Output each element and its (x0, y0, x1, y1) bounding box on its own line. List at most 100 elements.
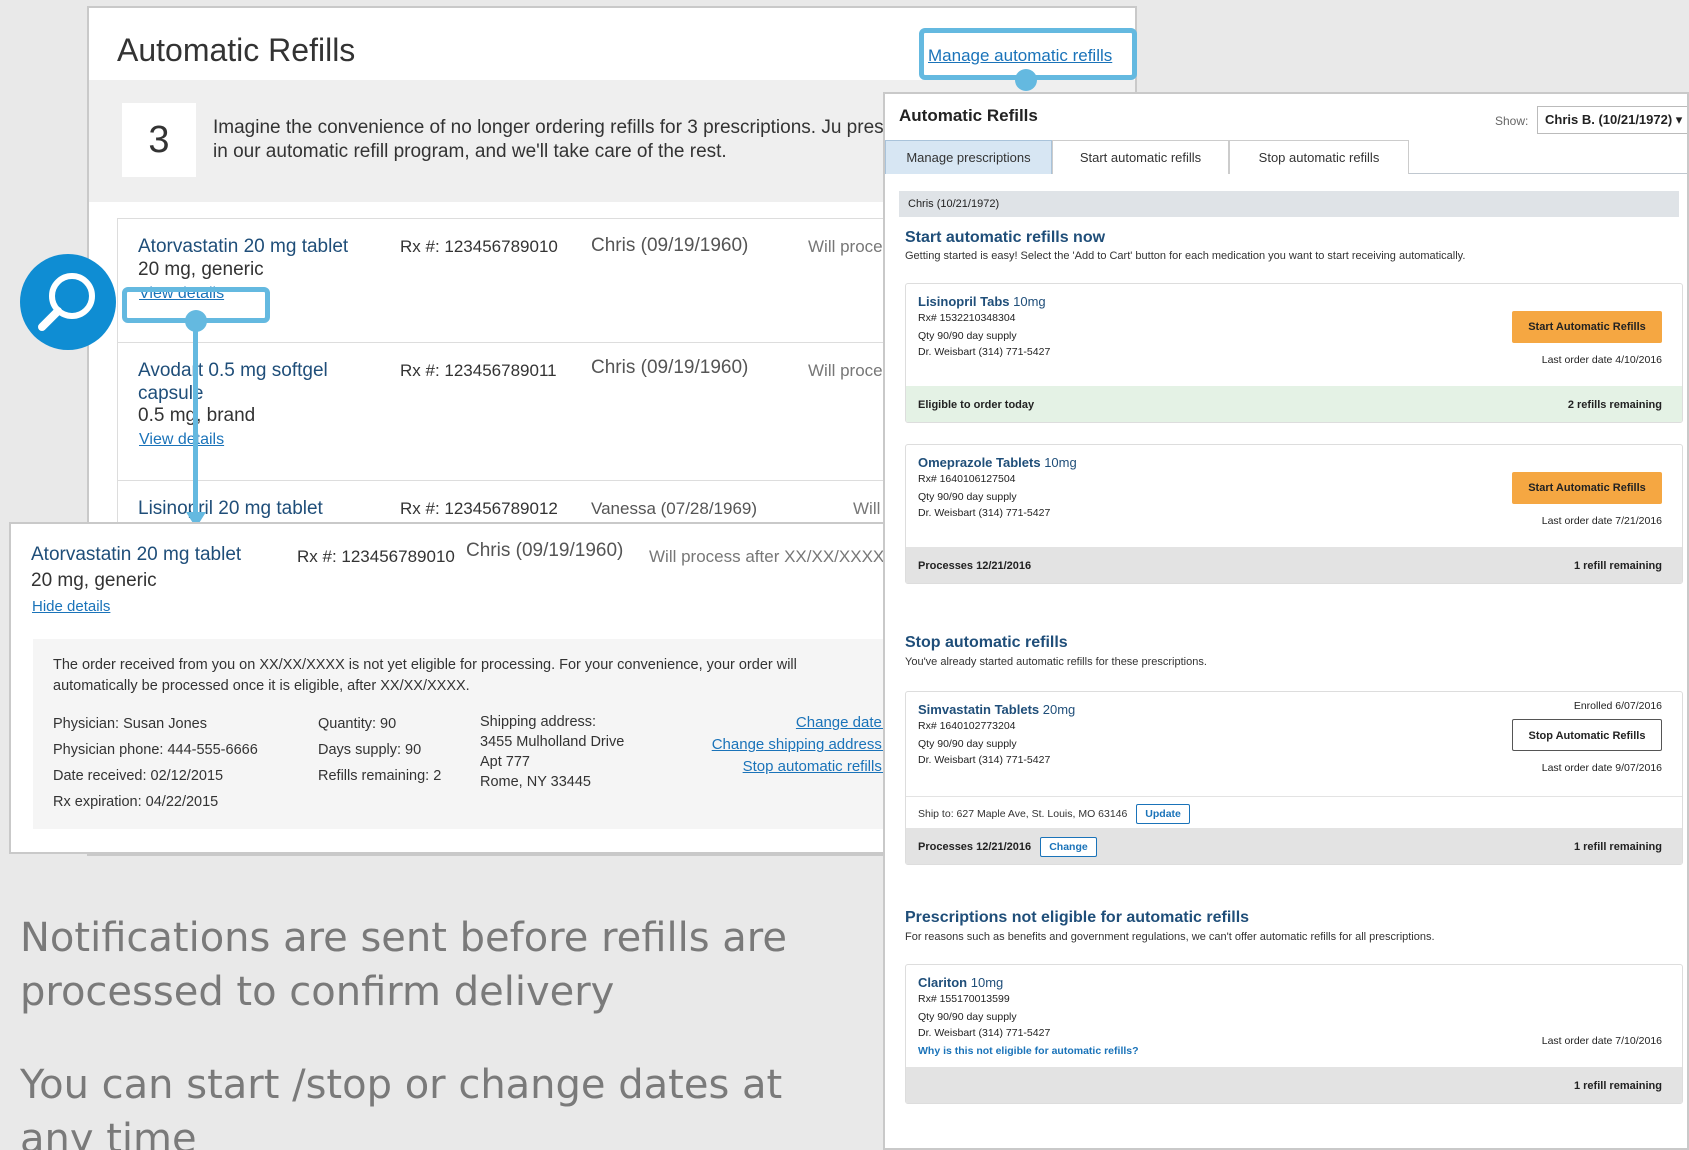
patient-name: Chris (09/19/1960) (591, 357, 749, 378)
view-details-link[interactable]: View details (139, 431, 224, 449)
patient-name: Chris (09/19/1960) (466, 540, 624, 561)
change-date-link[interactable]: Change date › (712, 712, 891, 734)
rx-number: Rx# 1640106127504 (918, 473, 1016, 485)
change-button[interactable]: Change (1040, 837, 1097, 857)
prescription-detail-panel: Atorvastatin 20 mg tablet 20 mg, generic… (9, 522, 909, 854)
rx-number: Rx #: 123456789010 (400, 237, 558, 256)
prescription-card: Omeprazole Tablets 10mg Rx# 164010612750… (905, 444, 1683, 584)
refills-remaining: 1 refill remaining (1573, 1080, 1662, 1092)
doctor: Dr. Weisbart (314) 771-5427 (918, 1027, 1051, 1039)
doctor: Dr. Weisbart (314) 771-5427 (918, 507, 1051, 519)
caption-notifications: Notifications are sent before refills ar… (20, 915, 787, 1015)
shipping-line: 3455 Mulholland Drive (480, 734, 625, 750)
date-received: Date received: 02/12/2015 (53, 768, 224, 784)
connector-line (193, 322, 198, 514)
tab-start-automatic-refills[interactable]: Start automatic refills (1052, 140, 1229, 174)
prescription-card: Clariton 10mg Rx# 155170013599 Qty 90/90… (905, 964, 1683, 1104)
ineligible-section-desc: For reasons such as benefits and governm… (905, 931, 1435, 943)
physician-name: Physician: Susan Jones (53, 716, 207, 732)
enrolled-date: Enrolled 6/07/2016 (1573, 700, 1662, 712)
patient-name: Chris (09/19/1960) (591, 235, 749, 256)
last-order-date: Last order date 9/07/2016 (1541, 762, 1662, 774)
rx-number: Rx #: 123456789010 (297, 547, 455, 566)
drug-name: Atorvastatin 20 mg tablet (138, 236, 349, 257)
drug-name: Atorvastatin 20 mg tablet (31, 544, 242, 565)
caption-start-stop: You can start /stop or change dates at a… (20, 1062, 783, 1150)
start-section-desc: Getting started is easy! Select the 'Add… (905, 250, 1466, 262)
refills-remaining: Refills remaining: 2 (318, 768, 442, 784)
stop-automatic-refills-button[interactable]: Stop Automatic Refills (1512, 719, 1662, 751)
tab-manage-prescriptions[interactable]: Manage prescriptions (885, 140, 1052, 174)
shipping-address: Shipping address: 3455 Mulholland Drive … (480, 712, 624, 792)
card-footer: 1 refill remaining (906, 1067, 1682, 1103)
card-footer: Processes 12/21/2016 1 refill remaining (906, 547, 1682, 583)
physician-info: Physician: Susan Jones Physician phone: … (53, 711, 258, 815)
supply-info: Quantity: 90 Days supply: 90 Refills rem… (318, 711, 441, 789)
prescription-card: Simvastatin Tablets 20mg Rx# 16401027732… (905, 691, 1683, 865)
detail-actions: Change date › Change shipping address › … (712, 712, 891, 778)
manage-prescriptions-panel: Automatic Refills Show: Chris B. (10/21/… (883, 92, 1689, 1150)
update-button[interactable]: Update (1136, 804, 1190, 824)
refills-remaining: 2 refills remaining (1567, 399, 1662, 411)
refills-remaining: 1 refill remaining (1573, 560, 1662, 572)
doctor: Dr. Weisbart (314) 771-5427 (918, 754, 1051, 766)
patient-name: Vanessa (07/28/1969) (591, 499, 758, 518)
rx-number: Rx #: 123456789012 (400, 499, 558, 518)
rx-number: Rx #: 123456789011 (400, 361, 557, 380)
ship-to-address: Ship to: 627 Maple Ave, St. Louis, MO 63… (918, 808, 1128, 820)
quantity: Qty 90/90 day supply (918, 1011, 1017, 1023)
hide-details-link[interactable]: Hide details (32, 598, 110, 615)
process-date: Will process after XX/XX/XXXX (649, 547, 885, 566)
drug-strength: 20 mg, generic (138, 259, 264, 280)
shipping-line: Rome, NY 33445 (480, 774, 591, 790)
card-footer: Processes 12/21/2016 Change 1 refill rem… (906, 828, 1682, 864)
patient-bar: Chris (10/21/1972) (899, 191, 1679, 217)
why-not-eligible-link[interactable]: Why is this not eligible for automatic r… (918, 1045, 1139, 1057)
rx-number: Rx# 155170013599 (918, 993, 1010, 1005)
eligibility-message: The order received from you on XX/XX/XXX… (53, 657, 797, 694)
manage-title: Automatic Refills (899, 106, 1038, 125)
tab-bar: Manage prescriptions Start automatic ref… (885, 140, 1687, 174)
patient-select[interactable]: Chris B. (10/21/1972) ▾ (1537, 106, 1687, 134)
drug-name: Avodart 0.5 mg softgel capsule (138, 360, 328, 404)
detail-box: The order received from you on XX/XX/XXX… (33, 639, 903, 829)
shipping-line: Apt 777 (480, 754, 530, 770)
stop-section-desc: You've already started automatic refills… (905, 656, 1207, 668)
drug-name: Simvastatin Tablets 20mg (918, 702, 1076, 717)
drug-name: Lisinopril Tabs 10mg (918, 294, 1046, 309)
process-date: Processes 12/21/2016 (918, 841, 1032, 853)
connector-dot (1015, 69, 1037, 91)
start-section-heading: Start automatic refills now (905, 229, 1106, 246)
change-shipping-address-link[interactable]: Change shipping address › (712, 734, 891, 756)
prescription-count-badge: 3 (122, 103, 196, 177)
stop-automatic-refills-link[interactable]: Stop automatic refills › (712, 756, 891, 778)
last-order-date: Last order date 4/10/2016 (1541, 354, 1662, 366)
stop-section-heading: Stop automatic refills (905, 634, 1068, 651)
magnifier-badge (20, 254, 116, 350)
ineligible-section-heading: Prescriptions not eligible for automatic… (905, 909, 1250, 926)
ship-to-row: Ship to: 627 Maple Ave, St. Louis, MO 63… (906, 796, 1682, 830)
doctor: Dr. Weisbart (314) 771-5427 (918, 346, 1051, 358)
start-automatic-refills-button[interactable]: Start Automatic Refills (1512, 472, 1662, 504)
quantity: Qty 90/90 day supply (918, 330, 1017, 342)
physician-phone: Physician phone: 444-555-6666 (53, 742, 258, 758)
drug-name: Lisinopril 20 mg tablet (138, 498, 323, 519)
eligibility-status: Eligible to order today (918, 399, 1035, 411)
quantity: Quantity: 90 (318, 716, 397, 732)
rx-number: Rx# 1532210348304 (918, 312, 1016, 324)
magnifier-icon (38, 273, 95, 331)
show-label: Show: (1495, 114, 1529, 128)
card-footer: Eligible to order today 2 refills remain… (906, 386, 1682, 422)
drug-strength: 20 mg, generic (31, 570, 157, 591)
quantity: Qty 90/90 day supply (918, 738, 1017, 750)
process-date: Processes 12/21/2016 (918, 560, 1032, 572)
days-supply: Days supply: 90 (318, 742, 422, 758)
quantity: Qty 90/90 day supply (918, 491, 1017, 503)
drug-name: Clariton 10mg (918, 975, 1004, 990)
promo-banner-text: Imagine the convenience of no longer ord… (213, 117, 955, 162)
rx-expiration: Rx expiration: 04/22/2015 (53, 794, 219, 810)
refills-remaining: 1 refill remaining (1573, 841, 1662, 853)
start-automatic-refills-button[interactable]: Start Automatic Refills (1512, 311, 1662, 343)
tab-stop-automatic-refills[interactable]: Stop automatic refills (1229, 140, 1409, 174)
page-title: Automatic Refills (117, 32, 356, 68)
